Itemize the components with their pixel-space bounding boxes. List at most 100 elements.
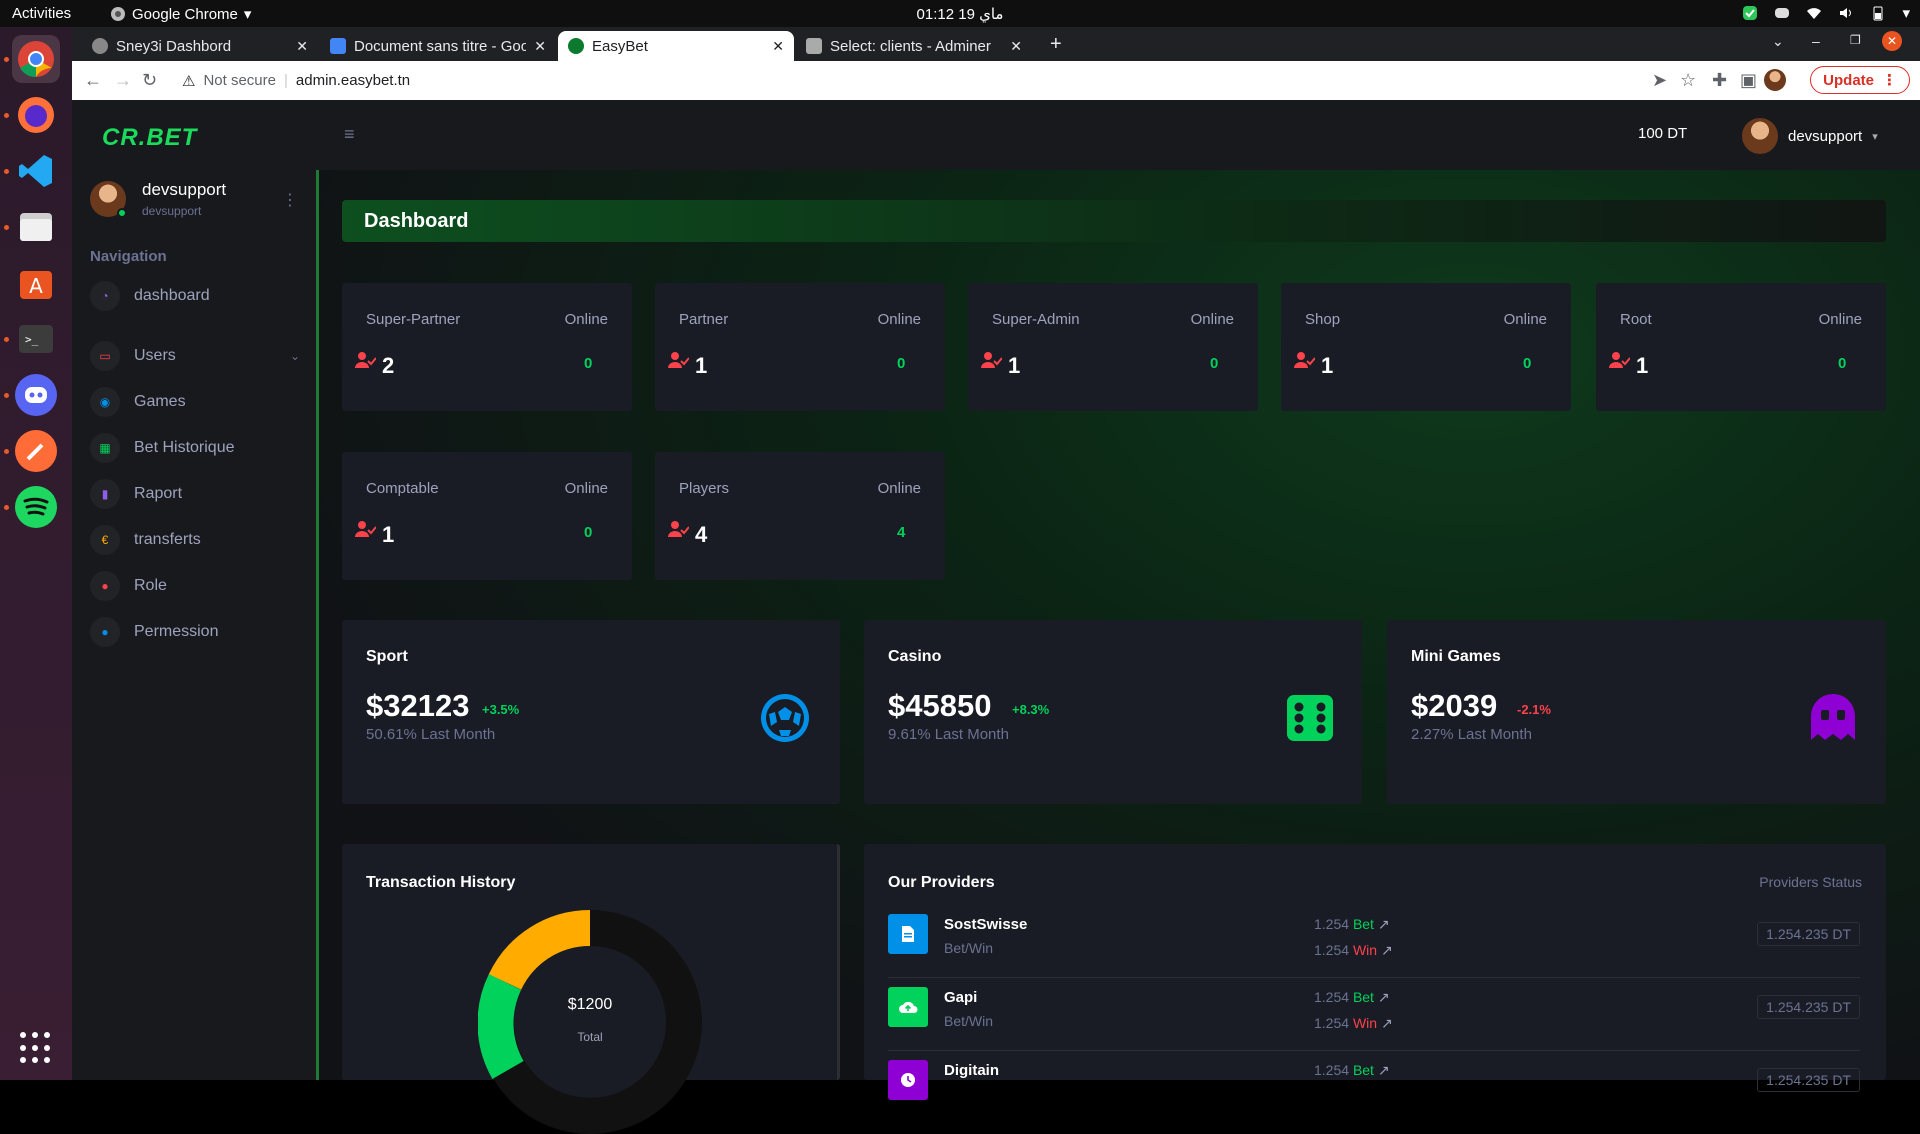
address-bar[interactable]: ⚠ Not secure | admin.easybet.tn [182, 66, 410, 95]
user-check-icon [1294, 352, 1315, 368]
back-arrow-icon[interactable]: ← [84, 70, 102, 91]
online-status-dot [117, 208, 127, 218]
tab-google-doc[interactable]: Document sans titre - Goo ✕ [320, 31, 556, 61]
speedometer-icon: ◔ [90, 281, 120, 311]
provider-win-value: 1.254 [1314, 942, 1350, 958]
dock-software[interactable]: A [12, 259, 60, 307]
tab-title: Sney3i Dashbord [116, 37, 232, 55]
stat-card-comptable[interactable]: Comptable Online 1 0 [342, 452, 632, 580]
page-header: Dashboard [342, 200, 1886, 242]
provider-sub: Bet/Win [944, 1013, 994, 1029]
kebab-menu-icon[interactable]: ⋮ [282, 190, 298, 210]
sidebar-item-raport[interactable]: ▮ Raport [90, 478, 300, 510]
sidebar-item-games[interactable]: ◉ Games [90, 386, 300, 418]
cloud-upload-icon [888, 987, 928, 1027]
sidebar-item-bet-historique[interactable]: ▦ Bet Historique [90, 432, 300, 464]
star-icon[interactable]: ☆ [1680, 70, 1696, 91]
provider-win-label: Win [1352, 1015, 1378, 1031]
sidebar-user[interactable]: devsupport devsupport [90, 180, 226, 218]
spotify-icon [15, 486, 57, 528]
side-panel-icon[interactable]: ▣ [1740, 70, 1757, 91]
dock-terminal[interactable]: >_ [12, 315, 60, 363]
table-icon: ▦ [90, 433, 120, 463]
new-tab-plus-icon[interactable]: + [1050, 33, 1062, 56]
stat-online-value: 0 [1838, 355, 1847, 372]
folder-icon [20, 213, 52, 241]
dock-files[interactable] [12, 203, 60, 251]
wifi-icon [1807, 8, 1822, 19]
window-close-icon[interactable]: ✕ [1882, 31, 1902, 51]
providers-panel: Our Providers Providers Status SostSwiss… [864, 844, 1886, 1100]
stat-online-label: Online [1818, 311, 1862, 328]
dock-vscode[interactable] [12, 147, 60, 195]
sidebar-user-sub: devsupport [142, 204, 202, 218]
stat-card-players[interactable]: Players Online 4 4 [655, 452, 945, 580]
sidebar-item-role[interactable]: ● Role [90, 570, 300, 602]
stat-card-shop[interactable]: Shop Online 1 0 [1281, 283, 1571, 411]
avatar [1742, 118, 1778, 154]
main-content: Dashboard Super-Partner Online 2 0 Partn… [319, 170, 1920, 1134]
provider-row-digitain[interactable]: Digitain 1.254 Bet ↗ 1.254.235 DT [888, 1060, 1860, 1132]
volume-icon [1840, 8, 1852, 18]
minimize-icon[interactable]: – [1812, 33, 1820, 49]
chevron-down-icon: ▾ [1872, 130, 1878, 143]
update-button[interactable]: Update ⋮ [1810, 66, 1910, 94]
stat-online-label: Online [1503, 311, 1547, 328]
provider-win-label: Win [1352, 942, 1378, 958]
dock-chrome[interactable] [12, 35, 60, 83]
clock[interactable]: 01:12 ماي 19 [0, 5, 1920, 23]
tab-adminer[interactable]: Select: clients - Adminer ✕ [796, 31, 1032, 61]
user-check-icon [981, 352, 1002, 368]
dock-discord[interactable] [12, 371, 60, 419]
provider-row-sostswisse[interactable]: SostSwisse Bet/Win 1.254 Bet ↗ 1.254 Win… [888, 914, 1860, 986]
provider-bet-line: 1.254 Bet ↗ [1314, 1062, 1390, 1079]
provider-bet-value: 1.254 [1314, 1062, 1350, 1078]
battery-icon [1873, 6, 1883, 21]
dock-spotify[interactable] [12, 483, 60, 531]
provider-win-line: 1.254 Win ↗ [1314, 1015, 1393, 1032]
tab-title: EasyBet [592, 37, 648, 55]
restore-icon[interactable]: ❐ [1850, 33, 1861, 47]
system-tray[interactable]: ▾ [1742, 4, 1910, 22]
stat-card-partner[interactable]: Partner Online 1 0 [655, 283, 945, 411]
discord-icon [15, 374, 57, 416]
app-logo[interactable]: CR.BET [102, 124, 197, 152]
show-apps-grid-icon[interactable] [20, 1032, 52, 1064]
close-icon[interactable]: ✕ [772, 38, 784, 55]
close-icon[interactable]: ✕ [534, 38, 546, 55]
sidebar-item-users[interactable]: ▭ Users ⌄ [90, 340, 300, 372]
sidebar-item-transferts[interactable]: € transferts [90, 524, 300, 556]
stat-card-root[interactable]: Root Online 1 0 [1596, 283, 1886, 411]
stat-title: Comptable [366, 480, 439, 497]
category-card-mini-games[interactable]: Mini Games $2039 -2.1% 2.27% Last Month [1387, 620, 1886, 804]
provider-win-line: 1.254 Win ↗ [1314, 942, 1393, 959]
stat-online-value: 0 [584, 524, 593, 541]
panel-title: Transaction History [366, 874, 516, 891]
hamburger-menu-icon[interactable]: ≡ [344, 124, 355, 145]
sidebar-item-dashboard[interactable]: ◔ dashboard [90, 280, 300, 312]
sidebar-item-permession[interactable]: ● Permession [90, 616, 300, 648]
postman-icon [15, 430, 57, 472]
chrome-icon [18, 41, 54, 78]
reload-icon[interactable]: ↻ [142, 70, 157, 91]
provider-bet-value: 1.254 [1314, 916, 1350, 932]
user-menu[interactable]: devsupport ▾ [1742, 118, 1878, 154]
close-icon[interactable]: ✕ [296, 38, 308, 55]
tab-search-chevron-icon[interactable]: ⌄ [1772, 33, 1784, 50]
globe-icon [92, 38, 108, 54]
stat-card-super-partner[interactable]: Super-Partner Online 2 0 [342, 283, 632, 411]
send-icon[interactable]: ➤ [1652, 70, 1667, 91]
category-card-casino[interactable]: Casino $45850 +8.3% 9.61% Last Month [864, 620, 1362, 804]
extensions-puzzle-icon[interactable]: ✚ [1712, 70, 1727, 91]
clock-icon [888, 1060, 928, 1100]
forward-arrow-icon[interactable]: → [114, 70, 132, 91]
profile-avatar[interactable] [1764, 69, 1786, 91]
tab-easybet[interactable]: EasyBet ✕ [558, 31, 794, 61]
close-icon[interactable]: ✕ [1010, 38, 1022, 55]
stat-card-super-admin[interactable]: Super-Admin Online 1 0 [968, 283, 1258, 411]
dock-firefox[interactable] [12, 91, 60, 139]
provider-row-gapi[interactable]: Gapi Bet/Win 1.254 Bet ↗ 1.254 Win ↗ 1.2… [888, 987, 1860, 1059]
tab-sney3i[interactable]: Sney3i Dashbord ✕ [82, 31, 318, 61]
category-card-sport[interactable]: Sport $32123 +3.5% 50.61% Last Month [342, 620, 840, 804]
dock-postman[interactable] [12, 427, 60, 475]
